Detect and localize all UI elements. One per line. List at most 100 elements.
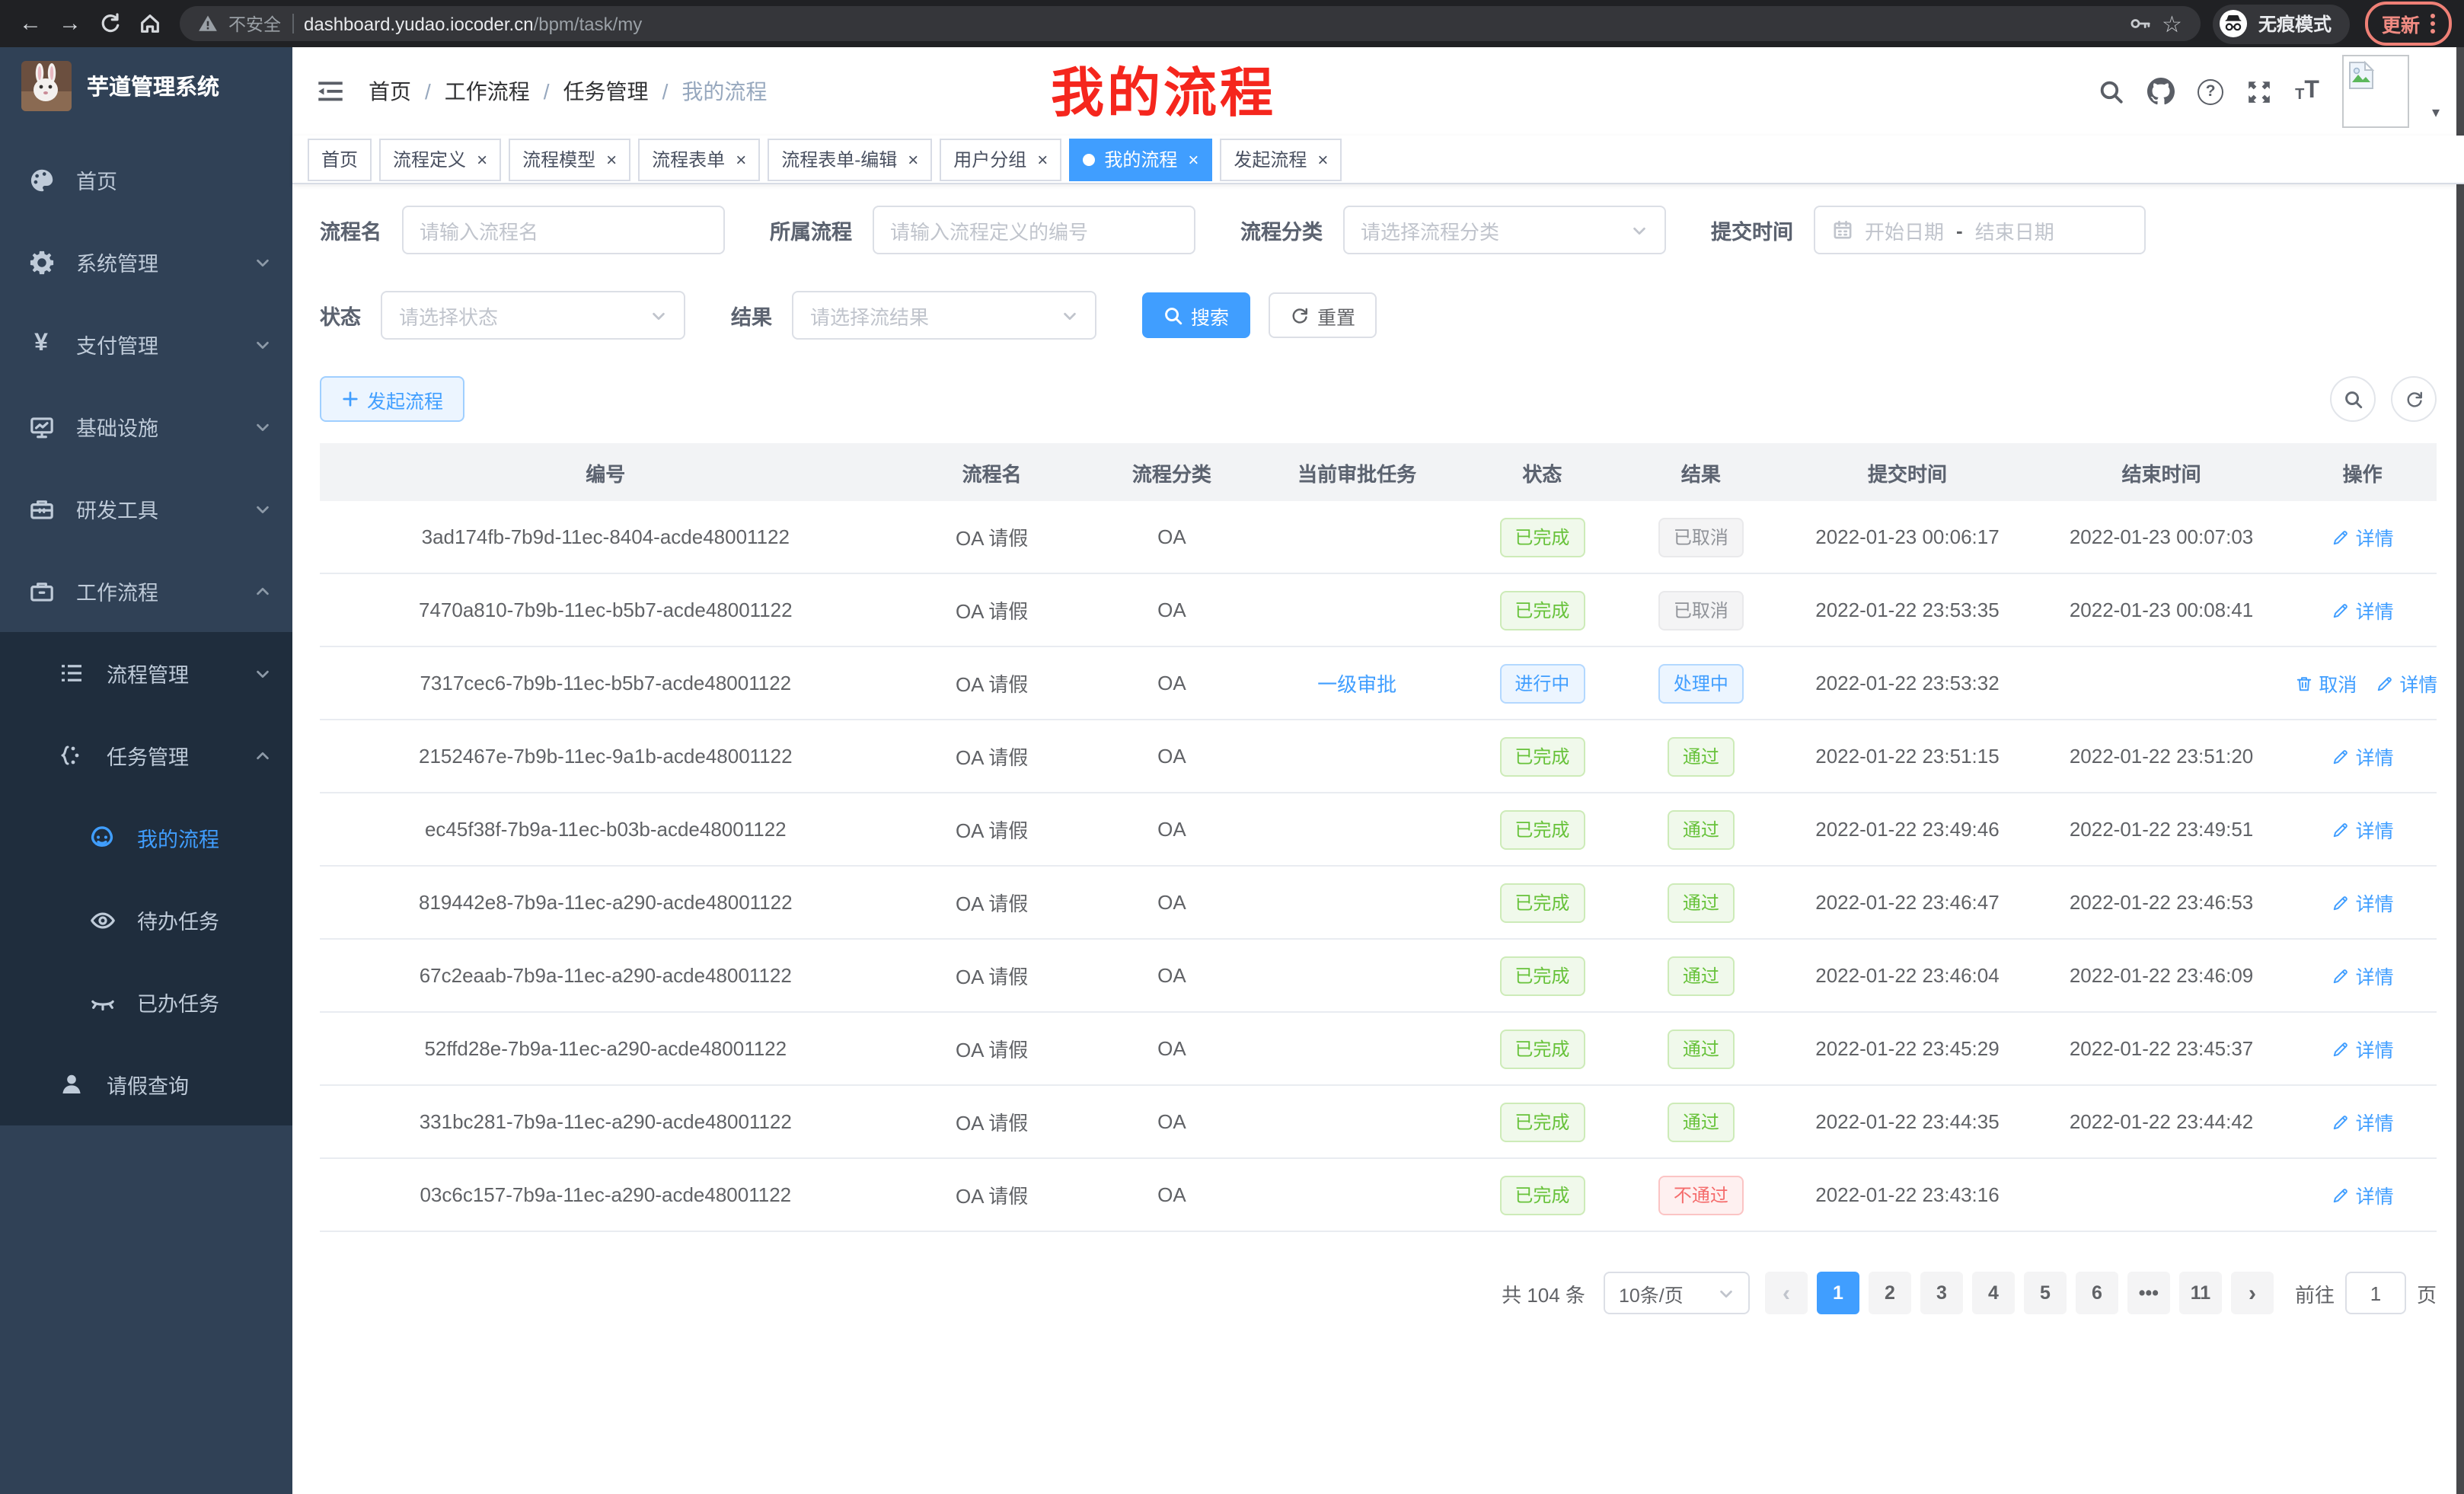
- browser-home-icon[interactable]: [131, 5, 168, 42]
- avatar[interactable]: [2342, 55, 2409, 128]
- url-text[interactable]: dashboard.yudao.iocoder.cn/bpm/task/my: [304, 13, 642, 34]
- cell-result: 已取消: [1622, 501, 1781, 573]
- next-page-button[interactable]: ›: [2231, 1272, 2274, 1314]
- process-definition-input[interactable]: 请输入流程定义的编号: [872, 206, 1195, 254]
- browser-forward-icon[interactable]: →: [52, 5, 88, 42]
- cell-result: 通过: [1622, 1012, 1781, 1085]
- breadcrumb-item[interactable]: 任务管理: [563, 76, 649, 107]
- cell-process-id: 52ffd28e-7b9a-11ec-a290-acde48001122: [320, 1012, 892, 1085]
- process-category-select[interactable]: 请选择流程分类: [1342, 206, 1665, 254]
- cell-process-category: OA: [1093, 501, 1252, 573]
- detail-link[interactable]: 详情: [2332, 961, 2394, 990]
- table-row: 3ad174fb-7b9d-11ec-8404-acde48001122OA 请…: [320, 501, 2437, 573]
- page-size-select[interactable]: 10条/页: [1604, 1272, 1750, 1314]
- password-key-icon[interactable]: [2128, 12, 2151, 35]
- detail-link[interactable]: 详情: [2332, 1107, 2394, 1136]
- tab-流程定义[interactable]: 流程定义×: [379, 138, 501, 180]
- sidebar-item-leave-query[interactable]: 请假查询: [0, 1043, 292, 1125]
- breadcrumb-item[interactable]: 工作流程: [445, 76, 530, 107]
- page-button-1[interactable]: 1: [1817, 1272, 1859, 1314]
- sidebar-item-devtools[interactable]: 研发工具: [0, 468, 292, 550]
- page-scrollbar[interactable]: [2456, 47, 2464, 1494]
- chevron-down-icon: [650, 307, 667, 324]
- detail-link[interactable]: 详情: [2332, 1034, 2394, 1063]
- font-size-icon[interactable]: TT: [2295, 79, 2319, 104]
- not-secure-warning-icon[interactable]: [198, 14, 218, 34]
- bookmark-star-icon[interactable]: ☆: [2162, 10, 2182, 37]
- sidebar-item-todo-task[interactable]: 待办任务: [0, 879, 292, 961]
- cell-submit-time: 2022-01-22 23:43:16: [1780, 1158, 2035, 1231]
- jump-page-input[interactable]: [2345, 1272, 2406, 1314]
- edit-icon: [2332, 601, 2350, 619]
- detail-link[interactable]: 详情: [2332, 595, 2394, 624]
- tab-close-icon[interactable]: ×: [606, 150, 617, 168]
- browser-update-button[interactable]: 更新: [2365, 2, 2452, 46]
- tab-close-icon[interactable]: ×: [1317, 150, 1328, 168]
- tab-用户分组[interactable]: 用户分组×: [940, 138, 1061, 180]
- tab-close-icon[interactable]: ×: [1037, 150, 1048, 168]
- detail-link[interactable]: 详情: [2332, 742, 2394, 771]
- tab-流程表单[interactable]: 流程表单×: [638, 138, 760, 180]
- page-button-3[interactable]: 3: [1920, 1272, 1963, 1314]
- table-row: 67c2eaab-7b9a-11ec-a290-acde48001122OA 请…: [320, 939, 2437, 1012]
- tab-close-icon[interactable]: ×: [477, 150, 487, 168]
- page-button-2[interactable]: 2: [1869, 1272, 1911, 1314]
- edit-icon: [2332, 1186, 2350, 1204]
- submit-time-range-picker[interactable]: 开始日期 - 结束日期: [1813, 206, 2145, 254]
- tab-close-icon[interactable]: ×: [908, 150, 918, 168]
- prev-page-button[interactable]: ‹: [1765, 1272, 1808, 1314]
- status-badge: 已完成: [1499, 1029, 1585, 1068]
- sidebar-item-workflow[interactable]: 工作流程: [0, 550, 292, 632]
- tab-流程表单-编辑[interactable]: 流程表单-编辑×: [768, 138, 932, 180]
- app-logo-row[interactable]: 芋道管理系统: [0, 47, 292, 123]
- address-bar[interactable]: 不安全 dashboard.yudao.iocoder.cn/bpm/task/…: [180, 6, 2201, 41]
- browser-back-icon[interactable]: ←: [12, 5, 49, 42]
- tab-我的流程[interactable]: 我的流程×: [1069, 138, 1212, 180]
- detail-link[interactable]: 详情: [2332, 1180, 2394, 1209]
- chevron-down-icon[interactable]: ▾: [2432, 105, 2440, 122]
- sidebar-item-home[interactable]: 首页: [0, 139, 292, 221]
- cell-process-category: OA: [1093, 866, 1252, 939]
- search-button[interactable]: 搜索: [1142, 292, 1250, 338]
- browser-reload-icon[interactable]: [91, 5, 128, 42]
- search-icon[interactable]: [2099, 78, 2124, 104]
- breadcrumb-item[interactable]: 首页: [369, 76, 411, 107]
- sidebar-item-system[interactable]: 系统管理: [0, 221, 292, 303]
- sidebar-item-task-manage[interactable]: 任务管理: [0, 714, 292, 796]
- cancel-link[interactable]: 取消: [2294, 669, 2357, 698]
- sidebar-item-my-process[interactable]: 我的流程: [0, 796, 292, 879]
- current-task-link[interactable]: 一级审批: [1317, 673, 1396, 696]
- tab-流程模型[interactable]: 流程模型×: [509, 138, 630, 180]
- start-process-button[interactable]: 发起流程: [320, 376, 464, 422]
- process-name-input[interactable]: 请输入流程名: [401, 206, 724, 254]
- sidebar-item-label: 工作流程: [76, 576, 254, 606]
- sidebar-item-payment[interactable]: ¥支付管理: [0, 303, 292, 385]
- page-button-5[interactable]: 5: [2024, 1272, 2067, 1314]
- page-button-4[interactable]: 4: [1972, 1272, 2015, 1314]
- detail-link[interactable]: 详情: [2332, 888, 2394, 917]
- sidebar-item-infra[interactable]: 基础设施: [0, 385, 292, 468]
- page-button-11[interactable]: 11: [2179, 1272, 2222, 1314]
- show-search-button[interactable]: [2330, 376, 2376, 422]
- browser-menu-icon[interactable]: [2430, 14, 2435, 34]
- page-button-6[interactable]: 6: [2076, 1272, 2118, 1314]
- result-select[interactable]: 请选择流结果: [792, 291, 1096, 340]
- sidebar-collapse-icon[interactable]: [317, 78, 344, 105]
- calendar-icon: [1831, 219, 1853, 241]
- tab-close-icon[interactable]: ×: [736, 150, 746, 168]
- fullscreen-icon[interactable]: [2246, 78, 2272, 104]
- detail-link[interactable]: 详情: [2332, 815, 2394, 844]
- detail-link[interactable]: 详情: [2375, 669, 2437, 698]
- help-icon[interactable]: ?: [2197, 78, 2223, 104]
- page-ellipsis[interactable]: •••: [2127, 1272, 2170, 1314]
- status-select[interactable]: 请选择状态: [381, 291, 685, 340]
- sidebar-item-done-task[interactable]: 已办任务: [0, 961, 292, 1043]
- tab-close-icon[interactable]: ×: [1188, 150, 1198, 168]
- github-icon[interactable]: [2147, 78, 2175, 105]
- tab-发起流程[interactable]: 发起流程×: [1220, 138, 1342, 180]
- detail-link[interactable]: 详情: [2332, 522, 2394, 551]
- tab-首页[interactable]: 首页: [308, 138, 372, 180]
- refresh-table-button[interactable]: [2391, 376, 2437, 422]
- reset-button[interactable]: 重置: [1269, 292, 1377, 338]
- sidebar-item-process-manage[interactable]: 流程管理: [0, 632, 292, 714]
